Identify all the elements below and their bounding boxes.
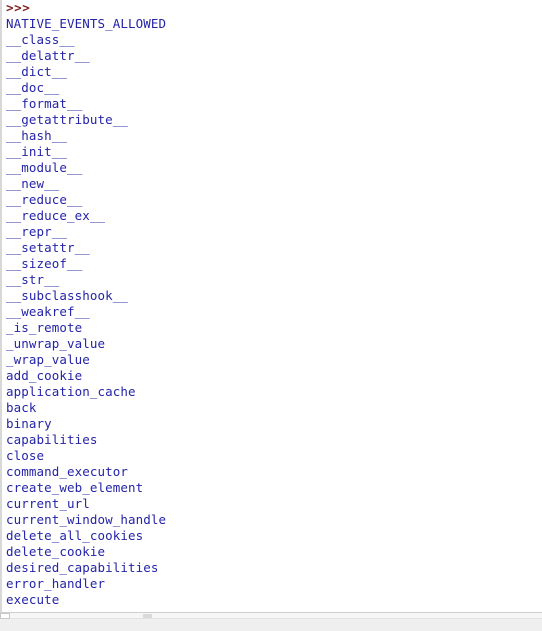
console-attribute-line: __format__ [6, 96, 83, 111]
console-attribute-line: current_url [6, 496, 90, 511]
console-output-area[interactable]: >>> NATIVE_EVENTS_ALLOWED __class__ __delat… [0, 0, 542, 612]
console-attribute-line: __reduce__ [6, 192, 83, 207]
console-attribute-line: _is_remote [6, 320, 83, 335]
console-attribute-line: create_web_element [6, 480, 144, 495]
console-attribute-line: binary [6, 416, 52, 431]
console-attribute-line: NATIVE_EVENTS_ALLOWED [6, 16, 167, 31]
console-attribute-line: __setattr__ [6, 240, 90, 255]
console-prompt: >>> [6, 0, 31, 15]
console-attribute-line: __class__ [6, 32, 75, 47]
console-attribute-line: __weakref__ [6, 304, 90, 319]
console-attribute-line: __str__ [6, 272, 60, 287]
console-attribute-line: __delattr__ [6, 48, 90, 63]
console-attribute-line: _wrap_value [6, 352, 90, 367]
console-attribute-line: desired_capabilities [6, 560, 159, 575]
horizontal-scrollbar-grip[interactable] [143, 614, 152, 618]
horizontal-scrollbar-track[interactable] [0, 613, 542, 619]
console-attribute-line: __sizeof__ [6, 256, 83, 271]
python-console-window: >>> NATIVE_EVENTS_ALLOWED __class__ __delat… [0, 0, 542, 631]
console-attribute-line: delete_all_cookies [6, 528, 144, 543]
console-attribute-line: capabilities [6, 432, 98, 447]
console-attribute-line: __new__ [6, 176, 60, 191]
console-attribute-line: __subclasshook__ [6, 288, 129, 303]
console-attribute-line: __init__ [6, 144, 68, 159]
console-attribute-line: back [6, 400, 37, 415]
console-attribute-line: application_cache [6, 384, 136, 399]
horizontal-scrollbar[interactable] [0, 612, 542, 631]
console-attribute-line: __repr__ [6, 224, 68, 239]
horizontal-scrollbar-thumb[interactable] [0, 613, 10, 619]
console-attribute-line: __doc__ [6, 80, 60, 95]
console-attribute-line: execute [6, 592, 60, 607]
console-attribute-line: __module__ [6, 160, 83, 175]
console-attribute-line: command_executor [6, 464, 129, 479]
console-attribute-line: __getattribute__ [6, 112, 129, 127]
console-attribute-line: __hash__ [6, 128, 68, 143]
console-attribute-line: __reduce_ex__ [6, 208, 106, 223]
console-attribute-line: add_cookie [6, 368, 83, 383]
console-attribute-line: error_handler [6, 576, 106, 591]
console-attribute-line: close [6, 448, 45, 463]
console-attribute-line: current_window_handle [6, 512, 167, 527]
console-attribute-line: delete_cookie [6, 544, 106, 559]
console-attribute-line: _unwrap_value [6, 336, 106, 351]
console-attribute-line: __dict__ [6, 64, 68, 79]
